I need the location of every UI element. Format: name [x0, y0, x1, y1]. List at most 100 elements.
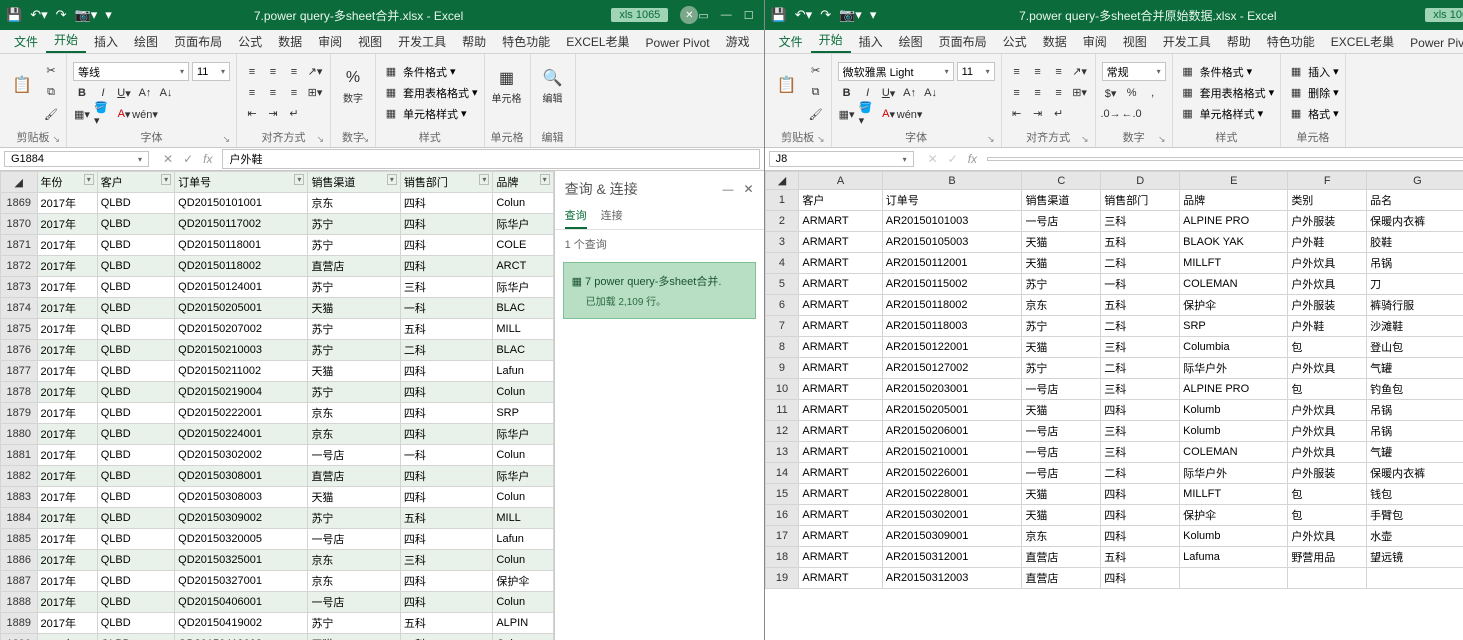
pane-close-icon[interactable]: ✕: [744, 182, 754, 196]
row-header[interactable]: 1887: [1, 571, 38, 592]
cell[interactable]: 户外炊具: [1288, 400, 1367, 421]
table-format-button[interactable]: ▦套用表格格式▾: [382, 84, 478, 102]
row-header[interactable]: 18: [765, 547, 799, 568]
cell[interactable]: QD20150325001: [175, 550, 308, 571]
cancel-icon[interactable]: ✕: [928, 152, 938, 166]
format-cells-button[interactable]: ▦格式 ▾: [1287, 105, 1339, 123]
cell[interactable]: 保暖内衣裤: [1367, 211, 1463, 232]
cell[interactable]: 五科: [400, 319, 492, 340]
align-bot-icon[interactable]: ≡: [285, 63, 303, 81]
pane-dash-icon[interactable]: —: [723, 184, 734, 196]
cell[interactable]: 胶鞋: [1367, 232, 1463, 253]
name-box[interactable]: G1884▾: [4, 151, 149, 167]
cell[interactable]: QLBD: [97, 319, 174, 340]
launcher-icon[interactable]: ↘: [1158, 134, 1166, 145]
cell[interactable]: 四科: [400, 214, 492, 235]
cell[interactable]: ARMART: [799, 463, 882, 484]
ribbon-tab[interactable]: 数据: [270, 29, 310, 53]
cell[interactable]: ARMART: [799, 337, 882, 358]
merge-icon[interactable]: ⊞▾: [1071, 84, 1089, 102]
row-header[interactable]: 1875: [1, 319, 38, 340]
cell[interactable]: AR20150309001: [882, 526, 1022, 547]
cell[interactable]: QLBD: [97, 613, 174, 634]
cond-format-button[interactable]: ▦条件格式▾: [1179, 63, 1275, 81]
row-header[interactable]: 15: [765, 484, 799, 505]
align-left-icon[interactable]: ≡: [1008, 84, 1026, 102]
cell[interactable]: 保护伞: [1180, 295, 1288, 316]
cell[interactable]: 苏宁: [1022, 358, 1101, 379]
cell[interactable]: 一科: [1101, 274, 1180, 295]
cell[interactable]: 钓鱼包: [1367, 379, 1463, 400]
ribbon-tab[interactable]: 帮助: [1219, 29, 1259, 53]
phonetic-icon[interactable]: wén▾: [136, 105, 154, 123]
undo-icon[interactable]: ↶▾: [795, 7, 812, 23]
row-header[interactable]: 1: [765, 190, 799, 211]
grow-font-icon[interactable]: A↑: [901, 84, 919, 102]
cell[interactable]: 四科: [400, 403, 492, 424]
formula-input[interactable]: [987, 157, 1463, 161]
ribbon-tab[interactable]: 绘图: [891, 29, 931, 53]
cell[interactable]: QLBD: [97, 214, 174, 235]
cell[interactable]: 订单号: [882, 190, 1022, 211]
cell[interactable]: 2017年: [37, 403, 97, 424]
row-header[interactable]: 1884: [1, 508, 38, 529]
cell[interactable]: 品名: [1367, 190, 1463, 211]
row-header[interactable]: 1880: [1, 424, 38, 445]
cell[interactable]: BLAC: [493, 298, 553, 319]
cell[interactable]: 一科: [400, 445, 492, 466]
cell[interactable]: 京东: [308, 571, 400, 592]
cell[interactable]: 钱包: [1367, 484, 1463, 505]
row-header[interactable]: 13: [765, 442, 799, 463]
row-header[interactable]: 14: [765, 463, 799, 484]
cell[interactable]: AR20150118003: [882, 316, 1022, 337]
cell[interactable]: 天猫: [308, 634, 400, 640]
row-header[interactable]: 1886: [1, 550, 38, 571]
cell[interactable]: 二科: [1101, 253, 1180, 274]
row-header[interactable]: 1876: [1, 340, 38, 361]
cell[interactable]: QLBD: [97, 445, 174, 466]
cell[interactable]: 裤骑行服: [1367, 295, 1463, 316]
cell[interactable]: 际华户外: [1180, 463, 1288, 484]
cell[interactable]: 包: [1288, 505, 1367, 526]
orientation-icon[interactable]: ↗▾: [1071, 63, 1089, 81]
cell[interactable]: QLBD: [97, 634, 174, 640]
cell[interactable]: 野营用品: [1288, 547, 1367, 568]
format-painter-icon[interactable]: 🖌: [42, 106, 60, 124]
cell[interactable]: 2017年: [37, 508, 97, 529]
cell[interactable]: AR20150228001: [882, 484, 1022, 505]
cell[interactable]: 户外炊具: [1288, 421, 1367, 442]
cell[interactable]: Colun: [493, 487, 553, 508]
indent-inc-icon[interactable]: ⇥: [1029, 105, 1047, 123]
cell[interactable]: 际华户外: [1180, 358, 1288, 379]
cell[interactable]: ARMART: [799, 505, 882, 526]
cell[interactable]: Colun: [493, 193, 553, 214]
cell[interactable]: 销售部门: [1101, 190, 1180, 211]
cell[interactable]: 2017年: [37, 256, 97, 277]
camera-icon[interactable]: 📷▾: [75, 7, 98, 23]
cell[interactable]: 2017年: [37, 361, 97, 382]
cell[interactable]: AR20150118002: [882, 295, 1022, 316]
cell[interactable]: AR20150105003: [882, 232, 1022, 253]
camera-icon[interactable]: 📷▾: [839, 7, 862, 23]
worksheet-grid[interactable]: ◢年份▾客户▾订单号▾销售渠道▾销售部门▾品牌▾18692017年QLBDQD2…: [0, 171, 554, 640]
ribbon-tab[interactable]: 插入: [86, 29, 126, 53]
cell[interactable]: [1367, 568, 1463, 589]
cell[interactable]: 二科: [400, 340, 492, 361]
inc-decimal-icon[interactable]: .0→: [1102, 105, 1120, 123]
cell[interactable]: 四科: [400, 424, 492, 445]
cell[interactable]: 保护伞: [1180, 505, 1288, 526]
cell[interactable]: 三科: [1101, 421, 1180, 442]
cell[interactable]: 水壶: [1367, 526, 1463, 547]
cell[interactable]: QLBD: [97, 298, 174, 319]
cell[interactable]: 二科: [1101, 463, 1180, 484]
query-item[interactable]: ▦ 7 power query-多sheet合并. 已加载 2,109 行。: [563, 262, 756, 319]
cell[interactable]: 五科: [1101, 232, 1180, 253]
cell[interactable]: AR20150205001: [882, 400, 1022, 421]
cell[interactable]: QLBD: [97, 277, 174, 298]
cell[interactable]: 四科: [400, 529, 492, 550]
cell[interactable]: 四科: [1101, 505, 1180, 526]
cell[interactable]: 苏宁: [308, 319, 400, 340]
cell[interactable]: 一号店: [1022, 442, 1101, 463]
cell[interactable]: QD20150419002: [175, 613, 308, 634]
cell[interactable]: 三科: [1101, 442, 1180, 463]
